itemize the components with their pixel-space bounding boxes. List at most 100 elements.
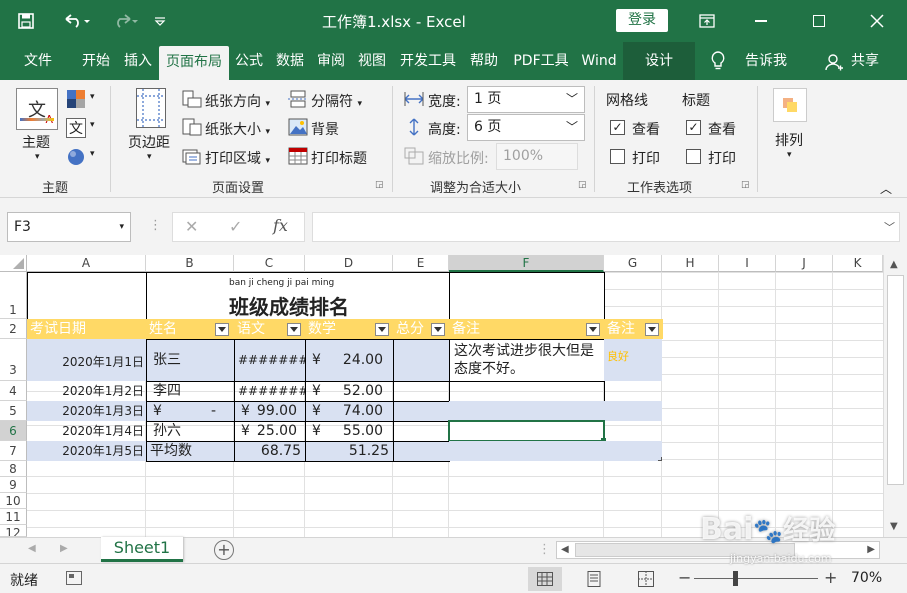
- arrange-icon[interactable]: [773, 88, 807, 122]
- scroll-down-icon[interactable]: ▼: [890, 521, 898, 532]
- math-score-cell[interactable]: ¥ 74.00: [305, 401, 394, 422]
- cancel-icon[interactable]: ✕: [185, 217, 198, 236]
- gridlines-view-checkbox[interactable]: ✓: [610, 120, 625, 135]
- name-cell[interactable]: ¥ -: [146, 401, 235, 422]
- background-icon[interactable]: [288, 118, 308, 136]
- cell-f1[interactable]: [449, 272, 605, 320]
- orientation-button[interactable]: 纸张方向 ▾: [205, 91, 270, 111]
- login-button[interactable]: 登录: [616, 9, 668, 32]
- avg-math-cell[interactable]: 51.25: [305, 441, 394, 462]
- zoom-out-button[interactable]: −: [678, 568, 691, 587]
- print-area-button[interactable]: 打印区域 ▾: [205, 148, 270, 168]
- chinese-score-cell[interactable]: ########: [234, 339, 306, 382]
- date-cell[interactable]: 2020年1月5日: [27, 441, 147, 461]
- scroll-thumb[interactable]: [887, 275, 904, 485]
- math-score-cell[interactable]: ¥ 24.00: [305, 339, 394, 382]
- column-header-g[interactable]: G: [604, 255, 662, 272]
- date-cell[interactable]: 2020年1月2日: [27, 381, 147, 401]
- breaks-button[interactable]: 分隔符 ▾: [311, 91, 362, 111]
- undo-icon[interactable]: [56, 0, 96, 42]
- tab-view[interactable]: 视图: [352, 42, 392, 80]
- expand-formula-bar-icon[interactable]: ﹀: [884, 219, 895, 235]
- header-note[interactable]: 备注: [449, 319, 605, 339]
- theme-effects-dropdown[interactable]: ▾: [90, 149, 95, 159]
- size-icon[interactable]: [182, 118, 202, 136]
- avg-total-cell[interactable]: [393, 441, 450, 462]
- add-sheet-icon[interactable]: +: [214, 540, 234, 560]
- column-header-i[interactable]: I: [719, 255, 776, 272]
- tab-formulas[interactable]: 公式: [229, 42, 269, 80]
- name-cell[interactable]: 孙六: [146, 421, 235, 442]
- column-header-a[interactable]: A: [27, 255, 146, 272]
- breaks-icon[interactable]: [288, 90, 308, 108]
- column-header-h[interactable]: H: [662, 255, 719, 272]
- background-button[interactable]: 背景: [311, 119, 339, 139]
- themes-dropdown-icon[interactable]: ▾: [35, 152, 40, 162]
- margins-icon[interactable]: [136, 88, 166, 128]
- print-titles-button[interactable]: 打印标题: [311, 148, 367, 168]
- column-header-b[interactable]: B: [146, 255, 234, 272]
- headings-print-checkbox[interactable]: [686, 149, 701, 164]
- note-cell[interactable]: [449, 401, 662, 421]
- note-cell[interactable]: [449, 381, 605, 402]
- arrange-button-label[interactable]: 排列: [775, 130, 803, 150]
- prev-sheet-icon[interactable]: ◀: [28, 543, 36, 554]
- scroll-left-icon[interactable]: ◀: [561, 544, 569, 555]
- date-cell[interactable]: 2020年1月4日: [27, 421, 147, 441]
- headings-view-checkbox[interactable]: ✓: [686, 120, 701, 135]
- tab-wind[interactable]: Wind: [576, 42, 622, 80]
- tab-review[interactable]: 审阅: [311, 42, 351, 80]
- sheet-splitter[interactable]: ⋮: [538, 542, 551, 557]
- date-cell[interactable]: 2020年1月3日: [27, 401, 147, 421]
- total-cell[interactable]: [393, 421, 450, 442]
- chinese-score-cell[interactable]: ########: [234, 381, 306, 402]
- chinese-score-cell[interactable]: ¥ 25.00: [234, 421, 306, 442]
- avg-note-cell[interactable]: [449, 441, 662, 461]
- vertical-scrollbar[interactable]: ▲ ▼: [883, 255, 907, 537]
- name-cell[interactable]: 张三: [146, 339, 235, 382]
- column-header-j[interactable]: J: [776, 255, 833, 272]
- scroll-right-icon[interactable]: ▶: [867, 544, 875, 555]
- insert-function-icon[interactable]: fx: [273, 216, 288, 235]
- row-header-9[interactable]: 9: [0, 477, 27, 493]
- filter-dropdown-icon[interactable]: [431, 323, 445, 336]
- print-titles-icon[interactable]: [288, 147, 308, 165]
- print-area-icon[interactable]: [182, 147, 202, 165]
- math-score-cell[interactable]: ¥ 52.00: [305, 381, 394, 402]
- math-score-cell[interactable]: ¥ 55.00: [305, 421, 394, 442]
- margins-dropdown-icon[interactable]: ▾: [147, 152, 152, 162]
- tab-design[interactable]: 设计: [623, 42, 695, 80]
- filter-dropdown-icon[interactable]: [645, 323, 659, 336]
- maximize-icon[interactable]: [796, 0, 842, 42]
- tab-home[interactable]: 开始: [74, 42, 118, 80]
- column-header-e[interactable]: E: [393, 255, 449, 272]
- close-icon[interactable]: [854, 0, 900, 42]
- minimize-icon[interactable]: [738, 0, 784, 42]
- theme-colors-icon[interactable]: [66, 89, 86, 109]
- zoom-in-button[interactable]: +: [824, 568, 837, 587]
- worksheet-grid[interactable]: A B C D E F G H I J K 1 2 3 4 5 6 7 8 9 …: [0, 255, 907, 537]
- width-select[interactable]: 1 页 ﹀: [467, 86, 585, 113]
- tab-data[interactable]: 数据: [270, 42, 310, 80]
- macro-record-icon[interactable]: [66, 571, 82, 585]
- themes-button-label[interactable]: 主题: [22, 132, 50, 152]
- customize-qat-icon[interactable]: [148, 0, 172, 42]
- width-icon[interactable]: [404, 90, 424, 108]
- redo-icon[interactable]: [104, 0, 144, 42]
- row-header-7[interactable]: 7: [0, 441, 27, 461]
- share-person-icon[interactable]: [824, 52, 844, 72]
- tab-insert[interactable]: 插入: [118, 42, 158, 80]
- size-button[interactable]: 纸张大小 ▾: [205, 119, 270, 139]
- column-header-c[interactable]: C: [234, 255, 305, 272]
- next-sheet-icon[interactable]: ▶: [60, 543, 68, 554]
- tab-help[interactable]: 帮助: [463, 42, 505, 80]
- row-header-4[interactable]: 4: [0, 381, 27, 401]
- note2-cell[interactable]: 良好: [604, 339, 662, 381]
- total-cell[interactable]: [393, 401, 450, 422]
- zoom-slider-track[interactable]: [694, 578, 818, 579]
- ribbon-display-icon[interactable]: [684, 0, 730, 42]
- cell-a1[interactable]: [27, 272, 147, 320]
- row-header-5[interactable]: 5: [0, 401, 27, 421]
- filter-dropdown-icon[interactable]: [375, 323, 389, 336]
- tab-developer[interactable]: 开发工具: [393, 42, 463, 80]
